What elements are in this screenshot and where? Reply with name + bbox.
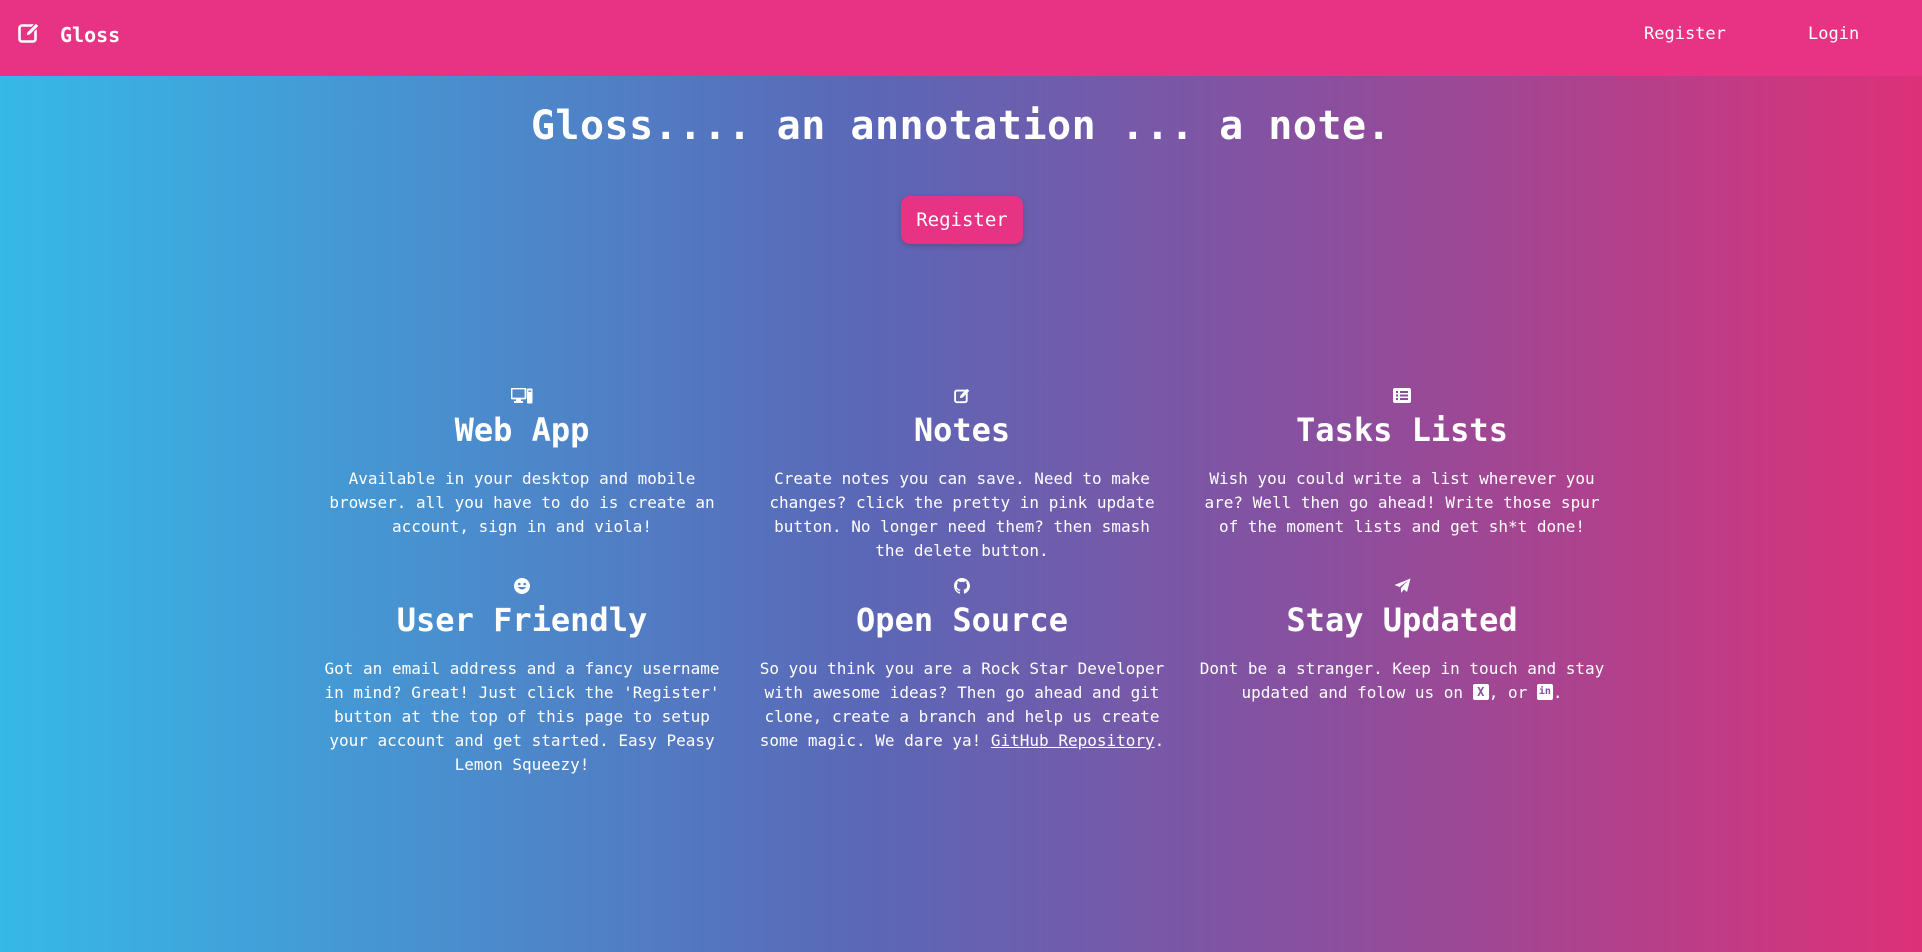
feature-open-source: Open Source So you think you are a Rock … <box>757 578 1167 753</box>
feature-task-lists: Tasks Lists Wish you could write a list … <box>1197 388 1607 539</box>
edit-icon <box>757 388 1167 408</box>
feature-text: Dont be a stranger. Keep in touch and st… <box>1197 657 1607 705</box>
feature-title: User Friendly <box>396 601 648 639</box>
feature-title: Open Source <box>856 601 1068 639</box>
list-icon <box>1197 388 1607 408</box>
brand-name: Gloss <box>60 23 121 47</box>
top-navbar: Gloss Register Login <box>0 0 1922 76</box>
feature-title: Notes <box>913 411 1011 449</box>
feature-text: Wish you could write a list wherever you… <box>1204 469 1600 536</box>
hero-register-button[interactable]: Register <box>901 196 1023 244</box>
feature-text-part: , or <box>1488 683 1537 702</box>
github-icon <box>757 578 1167 598</box>
feature-user-friendly: User Friendly Got an email address and a… <box>317 578 727 777</box>
linkedin-glyph: in <box>1538 686 1551 697</box>
github-repository-link[interactable]: GitHub Repository <box>991 731 1155 750</box>
feature-title: Stay Updated <box>1286 601 1518 639</box>
feature-title: Tasks Lists <box>1296 411 1508 449</box>
feature-text-part: . <box>1154 731 1165 750</box>
feature-text: Create notes you can save. Need to make … <box>769 469 1155 560</box>
feature-web-app: Web App Available in your desktop and mo… <box>317 388 727 539</box>
feature-text-part: . <box>1552 683 1563 702</box>
smile-icon <box>317 578 727 598</box>
edit-icon <box>18 22 40 48</box>
x-glyph: X <box>1477 685 1485 699</box>
feature-text: So you think you are a Rock Star Develop… <box>757 657 1167 753</box>
feature-title: Web App <box>454 411 590 449</box>
feature-text: Available in your desktop and mobile bro… <box>329 469 715 536</box>
desktop-icon <box>317 388 727 408</box>
brand-link[interactable]: Gloss <box>18 20 120 50</box>
paper-plane-icon <box>1197 578 1607 598</box>
feature-stay-updated: Stay Updated Dont be a stranger. Keep in… <box>1197 578 1607 705</box>
nav-register-link[interactable]: Register <box>1644 24 1726 44</box>
hero-title: Gloss.... an annotation ... a note. <box>530 103 1392 149</box>
x-twitter-icon[interactable]: X <box>1472 684 1489 700</box>
feature-notes: Notes Create notes you can save. Need to… <box>757 388 1167 563</box>
linkedin-icon[interactable]: in <box>1536 684 1553 700</box>
nav-login-link[interactable]: Login <box>1808 24 1859 44</box>
feature-text: Got an email address and a fancy usernam… <box>324 659 720 774</box>
